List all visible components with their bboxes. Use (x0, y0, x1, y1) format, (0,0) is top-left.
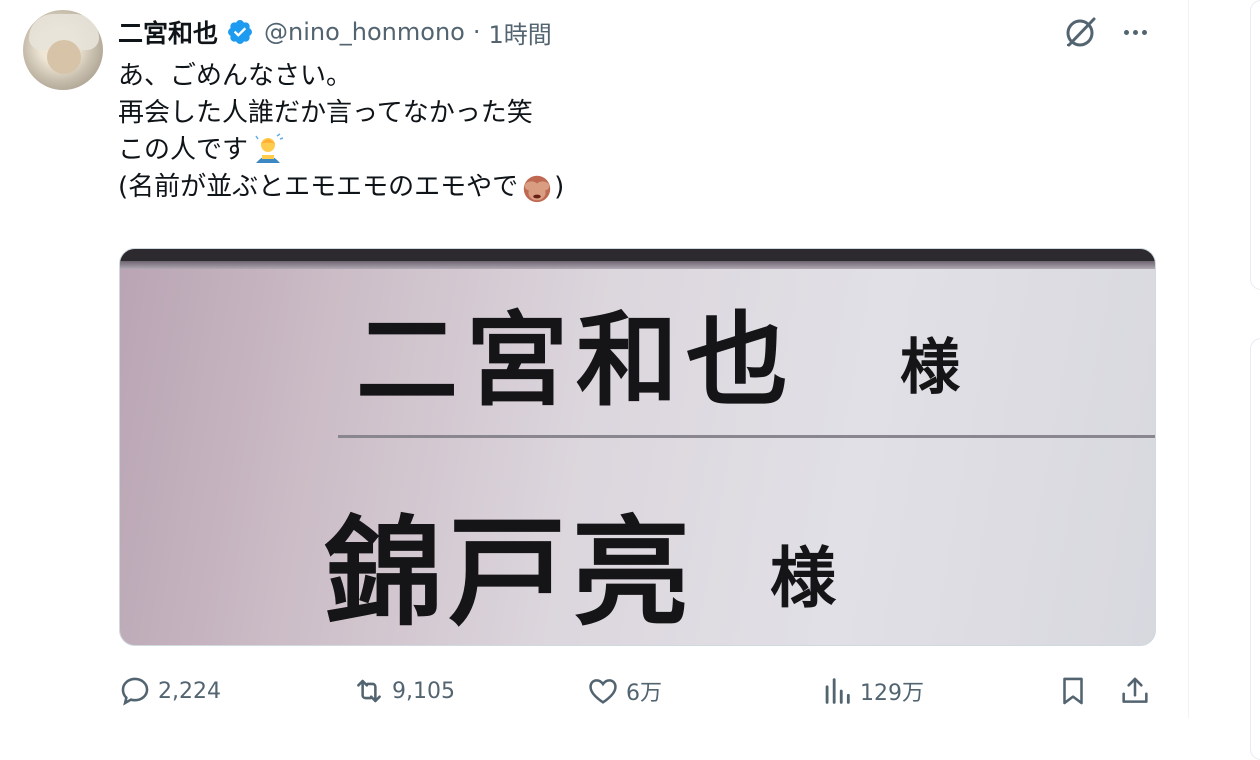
more-options-button[interactable] (1114, 12, 1156, 52)
text-segment: あ、ごめんなさい。 (118, 61, 353, 91)
views-chart-icon (825, 678, 850, 704)
sidebar-card (1250, 338, 1260, 760)
tweet-header: 二宮和也 @nino_honmono · 1時間 (118, 14, 552, 50)
photo-edge-gradient (120, 261, 1155, 269)
name-card-divider (338, 435, 1155, 438)
photo-dark-edge (120, 249, 1155, 261)
text-segment: ) (554, 172, 565, 202)
views-button[interactable]: 129万 (820, 670, 924, 712)
text-segment: この人です (118, 135, 249, 165)
like-button[interactable]: 6万 (586, 670, 662, 712)
text-segment: (名前が並ぶとエモエモのエモやで (118, 172, 519, 202)
heart-icon (589, 679, 617, 704)
bookmark-button[interactable] (1056, 670, 1090, 712)
more-dot-icon (1123, 29, 1129, 35)
tweet-actions-bar: 2,224 9,105 6万 129万 (118, 670, 1158, 712)
see-no-evil-monkey-emoji-icon (523, 175, 551, 202)
author-display-name[interactable]: 二宮和也 (118, 14, 218, 50)
tweet-text-line: この人です (118, 132, 1138, 169)
tweet-text-line: (名前が並ぶとエモエモのエモやで ) (118, 169, 1138, 206)
sidebar-card (1250, 0, 1260, 290)
tweet-text: あ、ごめんなさい。 再会した人誰だか言ってなかった笑 この人です (名前が並ぶと… (118, 58, 1138, 206)
views-count: 129万 (860, 681, 924, 706)
share-button[interactable] (1118, 670, 1152, 712)
text-segment: 再会した人誰だか言ってなかった笑 (118, 98, 533, 128)
more-dot-icon (1141, 29, 1147, 35)
grok-button[interactable] (1060, 12, 1100, 52)
tweet-media-image[interactable]: 二宮和也 様 錦戸亮 様 (119, 248, 1156, 646)
name-card-honorific-2: 様 (770, 540, 836, 617)
reply-icon (121, 677, 149, 706)
header-separator: · (472, 18, 481, 46)
verified-badge-icon[interactable] (226, 18, 254, 46)
repost-count: 9,105 (392, 678, 455, 704)
avatar-face (47, 40, 81, 74)
grok-icon (1066, 17, 1096, 47)
repost-button[interactable]: 9,105 (352, 670, 455, 712)
repost-icon (357, 679, 381, 703)
person-bowing-emoji-icon (255, 132, 284, 163)
tweet-timestamp[interactable]: 1時間 (489, 15, 552, 50)
tweet-text-line: 再会した人誰だか言ってなかった笑 (118, 95, 1138, 132)
timeline-right-border (1188, 0, 1189, 718)
avatar[interactable] (23, 10, 103, 90)
author-handle[interactable]: @nino_honmono (264, 18, 465, 46)
like-count: 6万 (626, 681, 662, 706)
reply-button[interactable]: 2,224 (118, 670, 221, 712)
bookmark-icon (1063, 677, 1083, 705)
reply-count: 2,224 (158, 678, 221, 704)
name-card-name-2: 錦戸亮 (324, 504, 697, 642)
share-icon (1122, 677, 1148, 703)
name-card-name-1: 二宮和也 (356, 302, 796, 421)
more-dot-icon (1132, 29, 1138, 35)
name-card-honorific-1: 様 (900, 333, 960, 403)
tweet-text-line: あ、ごめんなさい。 (118, 58, 1138, 95)
